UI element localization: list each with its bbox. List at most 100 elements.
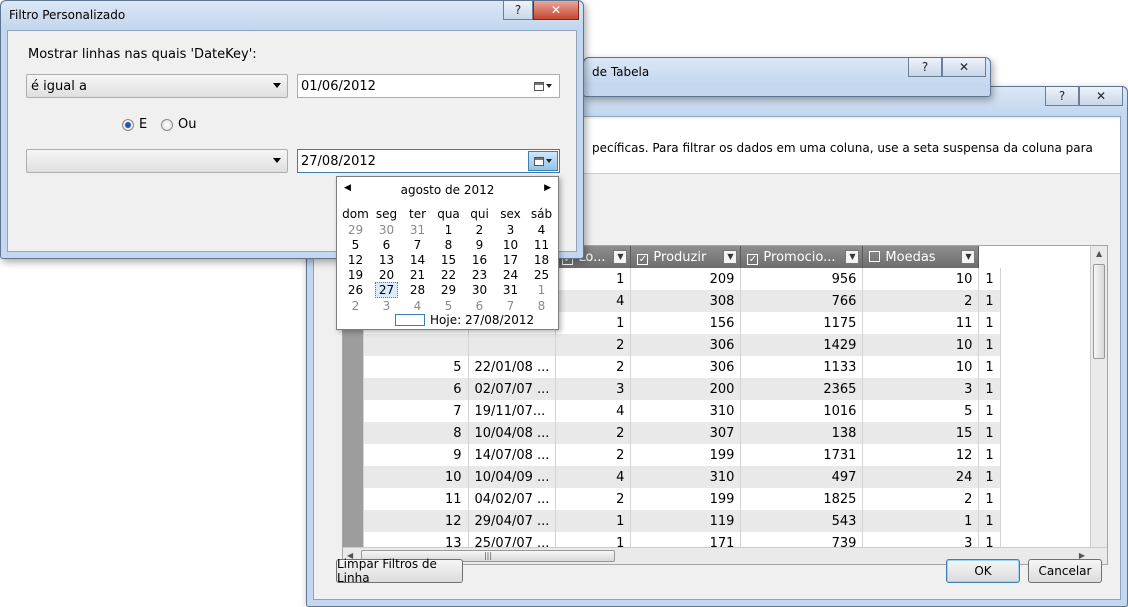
checkbox-unchecked-icon[interactable] <box>869 250 881 262</box>
operator-select-2[interactable] <box>26 149 288 173</box>
checkbox-checked-icon[interactable]: ✓ <box>747 253 759 265</box>
calendar-day[interactable]: 30 <box>371 222 402 237</box>
calendar-day[interactable]: 17 <box>495 252 526 267</box>
calendar-day[interactable]: 30 <box>464 282 495 298</box>
calendar-day[interactable]: 3 <box>495 222 526 237</box>
row-selector[interactable] <box>343 378 364 400</box>
chevron-down-icon[interactable]: ▼ <box>613 250 628 264</box>
row-selector[interactable] <box>343 334 364 356</box>
row-selector[interactable] <box>343 400 364 422</box>
calendar-day[interactable]: 31 <box>402 222 433 237</box>
help-button[interactable]: ? <box>908 58 942 77</box>
vertical-scroll-thumb[interactable] <box>1093 264 1105 359</box>
column-header[interactable]: ✓ Produzir ▼ <box>630 246 742 268</box>
calendar-day[interactable]: 5 <box>433 298 464 313</box>
help-button[interactable]: ? <box>1045 87 1079 106</box>
calendar-day[interactable]: 4 <box>526 222 557 237</box>
calendar-day[interactable]: 13 <box>371 252 402 267</box>
calendar-day[interactable]: 1 <box>526 282 557 298</box>
calendar-day[interactable]: 18 <box>526 252 557 267</box>
calendar-day[interactable]: 21 <box>402 267 433 282</box>
calendar-day[interactable]: 26 <box>340 282 371 298</box>
calendar-day[interactable]: 1 <box>433 222 464 237</box>
calendar-day[interactable]: 7 <box>495 298 526 313</box>
table-row[interactable]: 5 22/01/08 ... 2 306 1133 10 1 <box>343 356 1001 378</box>
close-button[interactable]: ✕ <box>1079 87 1123 106</box>
chevron-down-icon[interactable]: ▼ <box>961 250 976 264</box>
column-header[interactable]: Moedas ▼ <box>862 246 980 268</box>
row-selector[interactable] <box>343 466 364 488</box>
chevron-down-icon[interactable]: ▼ <box>723 250 738 264</box>
calendar-day[interactable]: 12 <box>340 252 371 267</box>
row-selector[interactable] <box>343 510 364 532</box>
calendar-day[interactable]: 23 <box>464 267 495 282</box>
radio-and[interactable]: E <box>122 117 147 132</box>
checkbox-checked-icon[interactable]: ✓ <box>637 253 649 265</box>
date-picker-button-2[interactable] <box>528 151 558 171</box>
table-row[interactable]: 9 14/07/08 ... 2 199 1731 12 1 <box>343 444 1001 466</box>
date-input-2[interactable]: 27/08/2012 <box>297 149 560 173</box>
calendar-day[interactable]: 8 <box>526 298 557 313</box>
calendar-day-label: 31 <box>502 283 519 297</box>
calendar-day[interactable]: 8 <box>433 237 464 252</box>
calendar-day[interactable]: 16 <box>464 252 495 267</box>
calendar-today-link[interactable]: Hoje: 27/08/2012 <box>395 313 534 327</box>
table-row[interactable]: 2 306 1429 10 1 <box>343 334 1001 356</box>
clear-row-filters-button[interactable]: Limpar Filtros de Linha <box>336 557 463 585</box>
table-properties-title: de Tabela <box>592 65 650 79</box>
table-row[interactable]: 11 04/02/07 ... 2 199 1825 2 1 <box>343 488 1001 510</box>
calendar-day[interactable]: 7 <box>402 237 433 252</box>
table-row[interactable]: 12 29/04/07 ... 1 119 543 1 1 <box>343 510 1001 532</box>
calendar-day[interactable]: 4 <box>402 298 433 313</box>
radio-or[interactable]: Ou <box>161 117 196 132</box>
date-picker-calendar[interactable]: ◀ agosto de 2012 ▶ dom seg ter qua qui sex sáb… <box>336 176 559 330</box>
calendar-day[interactable]: 14 <box>402 252 433 267</box>
calendar-day[interactable]: 29 <box>433 282 464 298</box>
calendar-day[interactable]: 6 <box>371 237 402 252</box>
row-selector[interactable] <box>343 444 364 466</box>
calendar-day[interactable]: 6 <box>464 298 495 313</box>
row-selector[interactable] <box>343 488 364 510</box>
date-picker-button-1[interactable] <box>528 76 558 96</box>
cancel-button[interactable]: Cancelar <box>1028 559 1102 583</box>
table-row[interactable]: 8 10/04/08 ... 2 307 138 15 1 <box>343 422 1001 444</box>
calendar-day[interactable]: 22 <box>433 267 464 282</box>
calendar-day[interactable]: 2 <box>340 298 371 313</box>
calendar-day[interactable]: 27 <box>371 282 402 298</box>
row-selector[interactable] <box>343 422 364 444</box>
column-header[interactable]: ✓ Promocio... ▼ <box>740 246 864 268</box>
calendar-day[interactable]: 3 <box>371 298 402 313</box>
calendar-day[interactable]: 15 <box>433 252 464 267</box>
calendar-day[interactable]: 9 <box>464 237 495 252</box>
calendar-day[interactable]: 28 <box>402 282 433 298</box>
calendar-day-label: 8 <box>444 237 453 252</box>
calendar-day[interactable]: 29 <box>340 222 371 237</box>
close-button[interactable]: ✕ <box>533 1 579 20</box>
table-row[interactable]: 7 19/11/07... 4 310 1016 5 1 <box>343 400 1001 422</box>
calendar-day[interactable]: 25 <box>526 267 557 282</box>
table-cell: 10 <box>862 356 980 378</box>
calendar-day[interactable]: 10 <box>495 237 526 252</box>
table-row[interactable]: 10 10/04/09 ... 4 310 497 24 1 <box>343 466 1001 488</box>
next-month-icon[interactable]: ▶ <box>544 183 551 193</box>
calendar-day[interactable]: 2 <box>464 222 495 237</box>
date-input-1[interactable]: 01/06/2012 <box>297 74 560 98</box>
calendar-day[interactable]: 5 <box>340 237 371 252</box>
ok-button[interactable]: OK <box>946 559 1020 583</box>
calendar-day[interactable]: 20 <box>371 267 402 282</box>
radio-and-indicator[interactable] <box>122 118 134 131</box>
vertical-scrollbar[interactable]: ▲ <box>1090 246 1107 549</box>
close-button[interactable]: ✕ <box>942 58 986 77</box>
scroll-up-icon[interactable]: ▲ <box>1096 249 1102 258</box>
calendar-day[interactable]: 19 <box>340 267 371 282</box>
row-selector[interactable] <box>343 356 364 378</box>
chevron-down-icon[interactable]: ▼ <box>845 250 860 264</box>
operator-select-1[interactable]: é igual a <box>26 74 288 98</box>
calendar-day[interactable]: 11 <box>526 237 557 252</box>
table-row[interactable]: 6 02/07/07 ... 3 200 2365 3 1 <box>343 378 1001 400</box>
calendar-day[interactable]: 31 <box>495 282 526 298</box>
radio-or-indicator[interactable] <box>161 118 173 131</box>
calendar-day[interactable]: 24 <box>495 267 526 282</box>
table-cell: 1 <box>978 356 1001 378</box>
help-button[interactable]: ? <box>503 1 533 20</box>
